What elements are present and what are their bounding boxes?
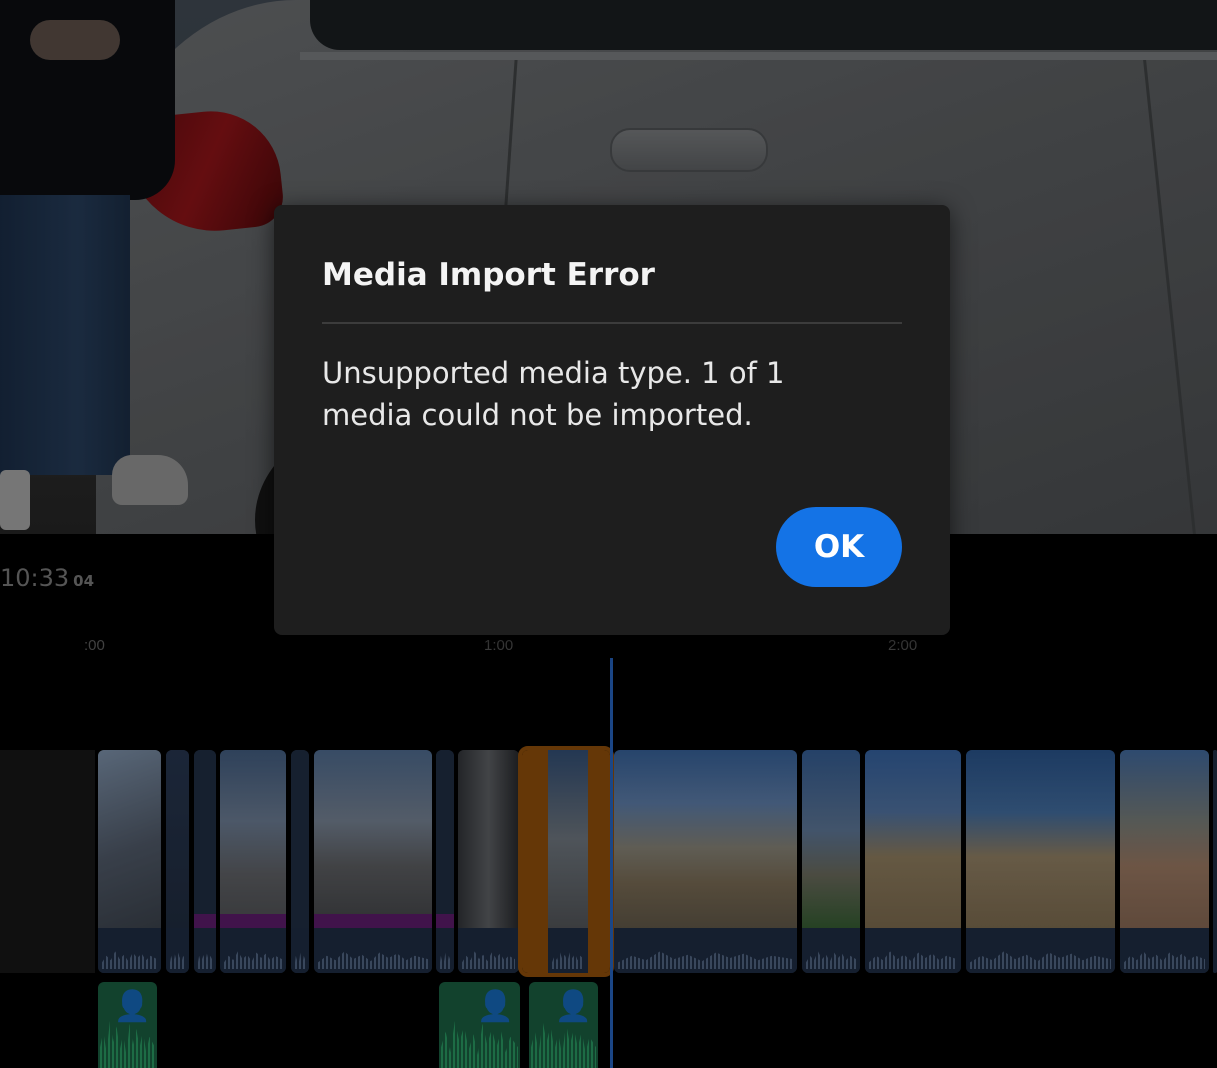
dialog-divider <box>322 322 902 324</box>
dialog-message: Unsupported media type. 1 of 1 media cou… <box>322 356 785 432</box>
ok-button[interactable]: OK <box>776 507 902 587</box>
dialog-title: Media Import Error <box>322 257 655 293</box>
media-import-error-dialog: Media Import Error Unsupported media typ… <box>274 205 950 635</box>
